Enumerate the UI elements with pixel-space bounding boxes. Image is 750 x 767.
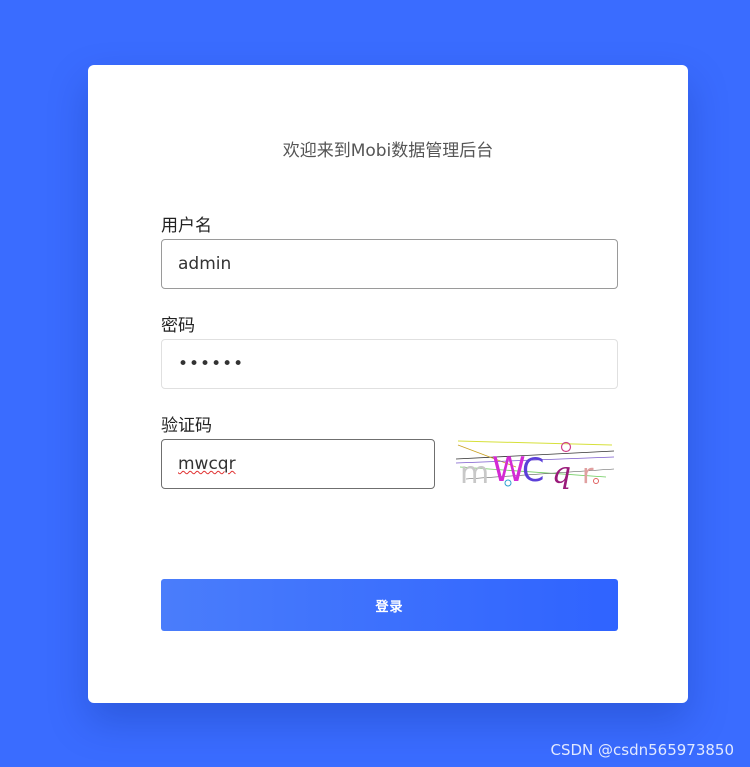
watermark: CSDN @csdn565973850 [550, 741, 734, 759]
page-title: 欢迎来到Mobi数据管理后台 [282, 141, 494, 161]
login-card: 欢迎来到Mobi数据管理后台 用户名 密码 验证码 mwcqr m W C q … [88, 65, 688, 703]
captcha-image[interactable]: m W C q r [456, 437, 614, 489]
password-label: 密码 [161, 316, 195, 336]
captcha-char: q [552, 456, 571, 489]
captcha-char: r [582, 457, 594, 489]
username-input[interactable] [161, 239, 618, 289]
captcha-char: m [460, 456, 489, 489]
captcha-char: C [522, 451, 544, 489]
login-button[interactable]: 登录 [161, 579, 618, 631]
password-input[interactable] [161, 339, 618, 389]
captcha-char: W [492, 450, 526, 489]
captcha-input-value: mwcqr [178, 454, 236, 474]
captcha-input[interactable]: mwcqr [161, 439, 435, 489]
captcha-label: 验证码 [161, 416, 212, 436]
username-label: 用户名 [161, 216, 212, 236]
